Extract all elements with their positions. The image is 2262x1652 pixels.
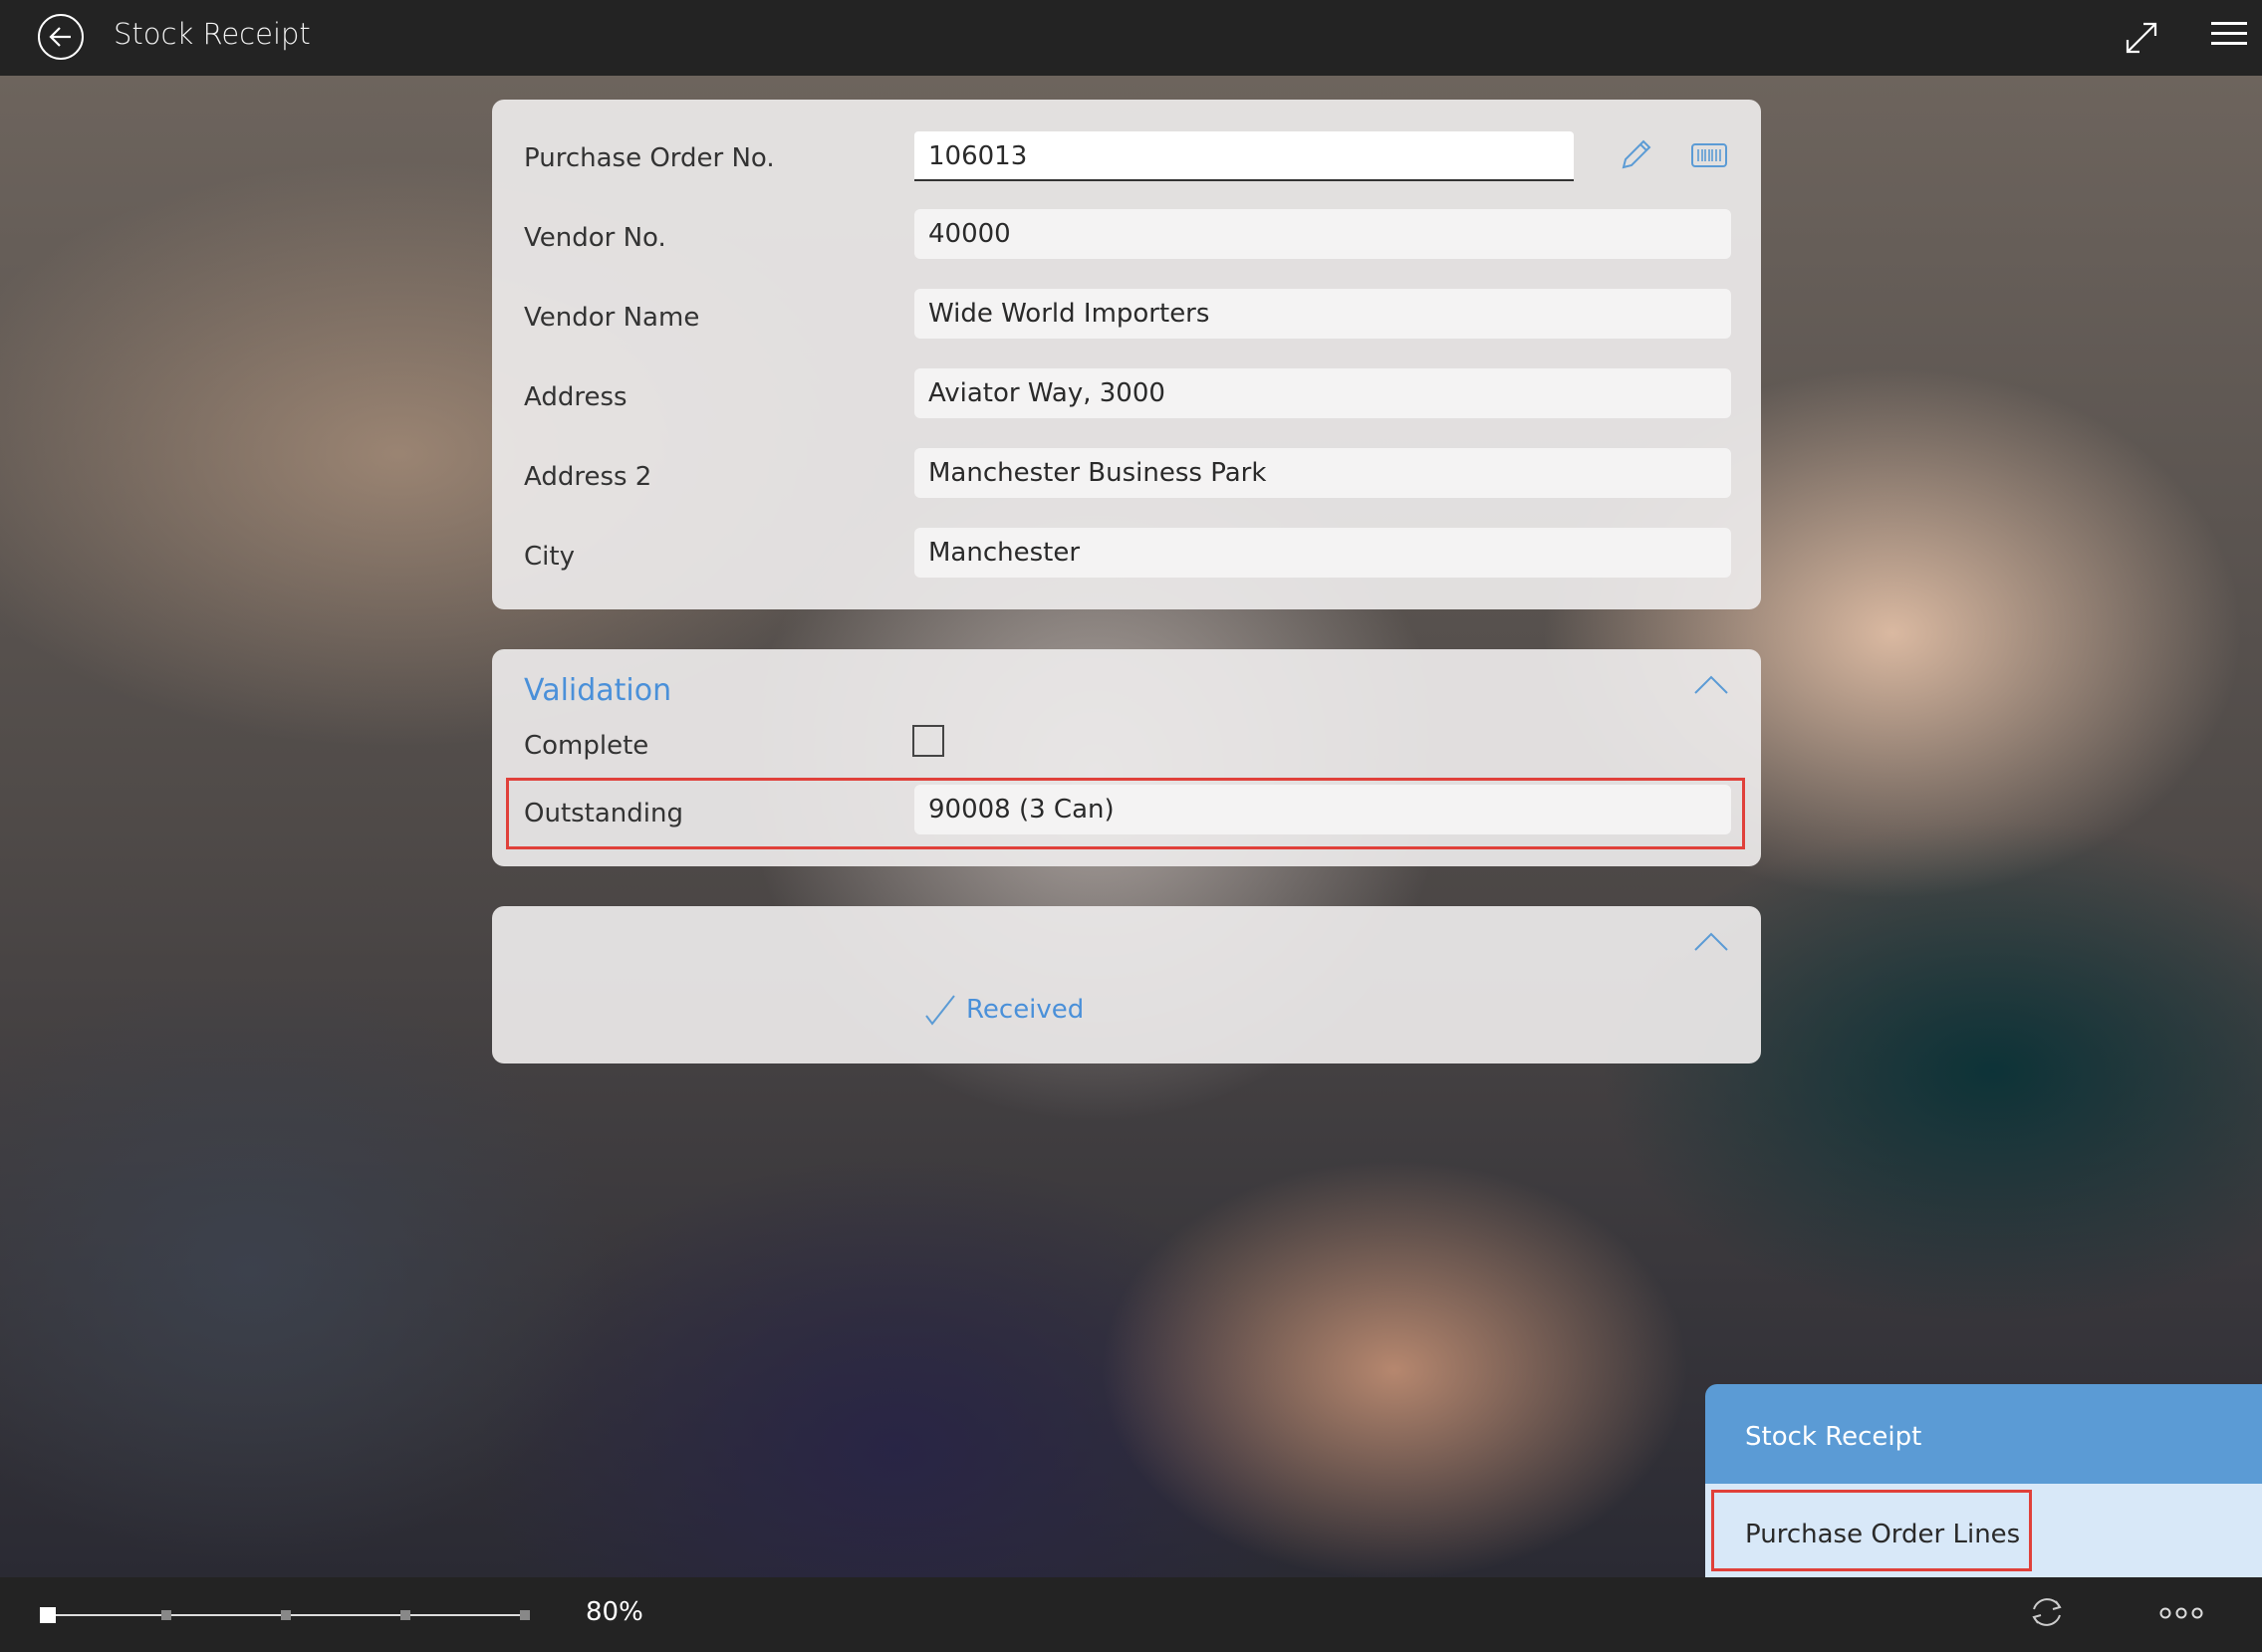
purchase-order-input[interactable]: 106013 [914, 131, 1574, 181]
outstanding-highlight-box [506, 778, 1745, 849]
vendor-no-field[interactable]: 40000 [914, 209, 1731, 259]
hamburger-icon-line [2211, 22, 2247, 25]
field-label: Vendor No. [524, 223, 666, 253]
address-field[interactable]: Aviator Way, 3000 [914, 368, 1731, 418]
vendor-name-field[interactable]: Wide World Importers [914, 289, 1731, 339]
hamburger-menu-button[interactable] [2211, 22, 2247, 52]
received-button[interactable]: Received [922, 990, 1084, 1030]
more-options-button[interactable] [2159, 1603, 2203, 1623]
navigation-panel: Stock Receipt Purchase Order Lines [1705, 1384, 2262, 1579]
barcode-icon [1691, 143, 1727, 167]
section-title: Validation [524, 673, 672, 708]
nav-item-label: Stock Receipt [1745, 1422, 1922, 1452]
field-label: Address [524, 382, 628, 412]
general-card: Purchase Order No. 106013 Vendor No. 400… [492, 100, 1761, 609]
nav-item-purchase-order-lines[interactable]: Purchase Order Lines [1705, 1484, 2262, 1579]
expand-icon [2126, 22, 2157, 54]
complete-checkbox[interactable] [912, 725, 944, 757]
address-2-field[interactable]: Manchester Business Park [914, 448, 1731, 498]
sync-button[interactable] [2026, 1591, 2068, 1633]
validation-card: Validation Complete Outstanding 90008 (3… [492, 649, 1761, 866]
vendor-no-row: Vendor No. 40000 [492, 209, 1761, 269]
zoom-slider[interactable] [40, 1603, 538, 1627]
pencil-icon [1622, 139, 1651, 169]
field-label: City [524, 542, 575, 572]
bottom-bar: 80% [0, 1577, 2262, 1652]
field-label: Purchase Order No. [524, 143, 775, 173]
address-row: Address Aviator Way, 3000 [492, 368, 1761, 428]
collapse-button[interactable] [1691, 671, 1731, 699]
back-button[interactable] [38, 14, 84, 60]
arrow-left-icon [49, 27, 71, 47]
edit-button[interactable] [1616, 135, 1655, 175]
ellipsis-icon [2159, 1607, 2203, 1619]
city-row: City Manchester [492, 528, 1761, 588]
status-card: Received [492, 906, 1761, 1063]
chevron-up-icon [1694, 675, 1728, 694]
page-title: Stock Receipt [114, 17, 311, 51]
title-bar: Stock Receipt [0, 0, 2262, 76]
received-label: Received [966, 995, 1085, 1025]
checkmark-icon [925, 995, 955, 1026]
address-2-row: Address 2 Manchester Business Park [492, 448, 1761, 508]
chevron-up-icon [1694, 932, 1728, 951]
hamburger-icon-line [2211, 32, 2247, 35]
complete-label: Complete [524, 731, 649, 761]
nav-item-stock-receipt[interactable]: Stock Receipt [1705, 1384, 2262, 1484]
expand-button[interactable] [2122, 18, 2161, 58]
hamburger-icon-line [2211, 42, 2247, 45]
city-field[interactable]: Manchester [914, 528, 1731, 578]
barcode-scan-button[interactable] [1691, 143, 1727, 167]
zoom-level: 80% [586, 1597, 643, 1627]
field-label: Address 2 [524, 462, 652, 492]
purchase-order-row: Purchase Order No. 106013 [492, 129, 1761, 189]
sync-icon [2032, 1598, 2062, 1626]
field-label: Vendor Name [524, 303, 700, 333]
nav-highlight-box [1711, 1490, 2032, 1571]
vendor-name-row: Vendor Name Wide World Importers [492, 289, 1761, 349]
collapse-button[interactable] [1691, 928, 1731, 956]
